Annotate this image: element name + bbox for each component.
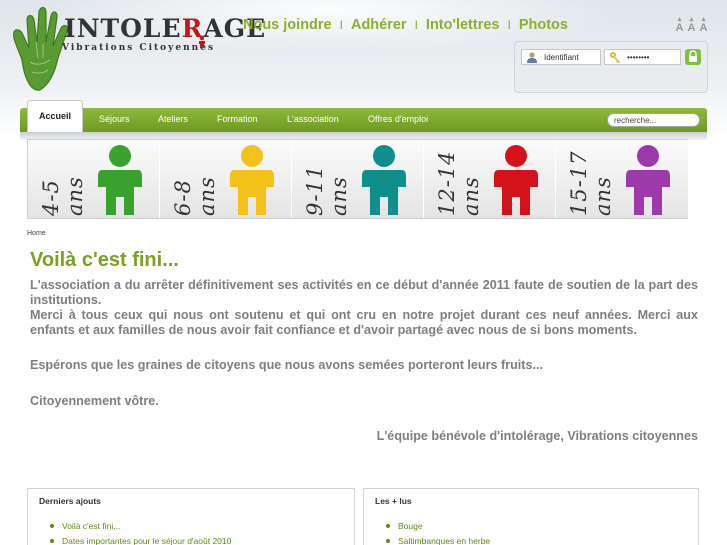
top-separator: I xyxy=(339,18,343,32)
age-group-4-5[interactable]: 4-5 ans xyxy=(28,140,160,218)
popular-box: Les + lus Bouge Saltimbanques en herbe xyxy=(363,488,699,545)
login-box: Identifiant •••••••• xyxy=(514,41,708,93)
popular-box-title: Les + lus xyxy=(375,496,412,506)
age-groups-banner: 4-5 ans 6-8 ans 9-11 ans 12-14 ans 15-17… xyxy=(27,139,688,219)
font-size-decrease[interactable]: ▴ A xyxy=(675,16,684,34)
popular-item[interactable]: Bouge xyxy=(386,521,490,531)
font-size-increase[interactable]: ▴ A xyxy=(699,16,708,34)
logo-subtitle: Vibrations Citoyennes xyxy=(62,43,216,53)
nav-ateliers[interactable]: Ateliers xyxy=(158,108,188,132)
child-figure-icon xyxy=(98,145,142,215)
breadcrumb[interactable]: Home xyxy=(27,230,46,237)
article-paragraph: Espérons que les graines de citoyens que… xyxy=(30,358,543,372)
child-figure-icon xyxy=(494,145,538,215)
username-value: Identifiant xyxy=(544,52,579,62)
username-field[interactable]: Identifiant xyxy=(521,49,601,65)
age-group-9-11[interactable]: 9-11 ans xyxy=(292,140,424,218)
top-separator: I xyxy=(507,18,511,32)
page-title: Voilà c'est fini... xyxy=(30,249,179,271)
age-group-15-17[interactable]: 15-17 ans xyxy=(556,140,688,218)
age-group-6-8[interactable]: 6-8 ans xyxy=(160,140,292,218)
nav-sejours[interactable]: Séjours xyxy=(99,108,130,132)
child-figure-icon xyxy=(362,145,406,215)
popular-item[interactable]: Saltimbanques en herbe xyxy=(386,536,490,545)
age-label: 4-5 ans xyxy=(39,176,87,216)
latest-item[interactable]: Dates importantes pour le séjour d'août … xyxy=(50,536,231,545)
article-signature: L'équipe bénévole d'intolérage, Vibratio… xyxy=(376,429,698,443)
password-field[interactable]: •••••••• xyxy=(604,49,681,65)
latest-box: Derniers ajouts Voilà c'est fini... Date… xyxy=(27,488,355,545)
article-body: L'association a du arrêter définitivemen… xyxy=(30,278,698,445)
font-size-controls: ▴ A ▴ A ▴ A xyxy=(675,16,708,34)
link-photos[interactable]: Photos xyxy=(519,17,568,33)
article-paragraph: Merci à tous ceux qui nous ont soutenu e… xyxy=(30,308,698,337)
age-label: 15-17 ans xyxy=(567,150,615,216)
nav-formation[interactable]: Formation xyxy=(217,108,258,132)
age-label: 6-8 ans xyxy=(171,176,219,216)
nav-association[interactable]: L'association xyxy=(287,108,339,132)
link-adherer[interactable]: Adhérer xyxy=(351,17,407,33)
age-label: 9-11 ans xyxy=(303,164,351,216)
child-figure-icon xyxy=(626,145,670,215)
font-size-reset[interactable]: ▴ A xyxy=(687,16,696,34)
article-paragraph: L'association a du arrêter définitivemen… xyxy=(30,278,698,307)
key-icon xyxy=(610,52,620,63)
site-logo[interactable]: INTOLERAGE Vibrations Citoyennes xyxy=(8,2,265,94)
popular-list: Bouge Saltimbanques en herbe xyxy=(386,521,490,545)
age-label: 12-14 ans xyxy=(435,150,483,216)
top-links: Nous joindre I Adhérer I Into'lettres I … xyxy=(243,17,568,33)
latest-item[interactable]: Voilà c'est fini... xyxy=(50,521,231,531)
latest-box-title: Derniers ajouts xyxy=(39,496,101,506)
login-button[interactable] xyxy=(685,49,701,65)
nav-accueil[interactable]: Accueil xyxy=(27,100,83,132)
lock-icon xyxy=(689,50,697,62)
article-paragraph: Citoyennement vôtre. xyxy=(30,393,159,408)
nav-offres-emploi[interactable]: Offres d'emploi xyxy=(368,108,428,132)
link-nous-joindre[interactable]: Nous joindre xyxy=(243,17,332,33)
user-icon xyxy=(527,52,537,63)
age-group-12-14[interactable]: 12-14 ans xyxy=(424,140,556,218)
red-figure-icon xyxy=(199,36,205,48)
latest-list: Voilà c'est fini... Dates importantes po… xyxy=(50,521,231,545)
main-nav: Séjours Ateliers Formation L'association… xyxy=(20,108,707,132)
top-separator: I xyxy=(414,18,418,32)
logo-title: INTOLERAGE xyxy=(64,14,267,43)
search-input[interactable] xyxy=(607,113,700,127)
link-intolettres[interactable]: Into'lettres xyxy=(426,17,500,33)
child-figure-icon xyxy=(230,145,274,215)
password-value: •••••••• xyxy=(627,52,650,62)
